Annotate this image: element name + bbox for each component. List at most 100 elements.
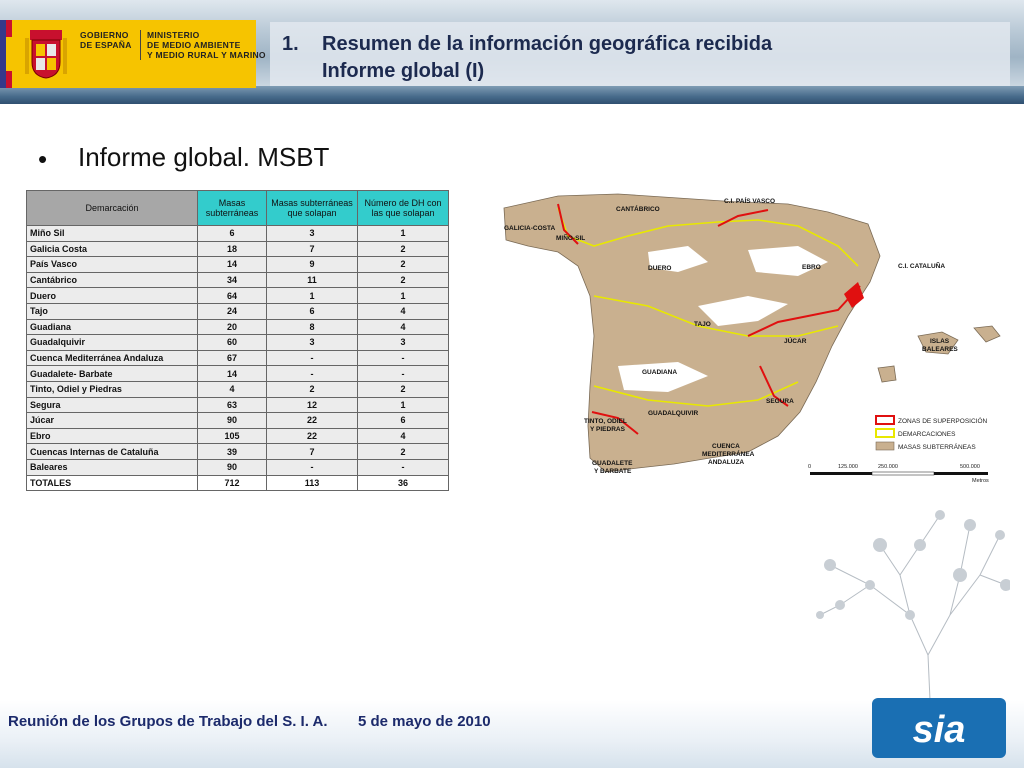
table-row: Tinto, Odiel y Piedras 4 2 2: [26, 380, 449, 398]
totals-row: TOTALES 712 113 36: [26, 474, 449, 492]
row-demarcacion: Galicia Costa: [26, 240, 198, 258]
row-value: 39: [197, 443, 267, 460]
tree-illustration-icon: [816, 510, 1010, 700]
label-guadiana: GUADIANA: [642, 369, 677, 376]
scale-segment-2: [871, 471, 935, 476]
scale-0: 0: [808, 464, 811, 470]
table-row: Cuencas Internas de Cataluña 39 7 2: [26, 443, 449, 460]
row-value: 64: [197, 287, 267, 304]
row-value: 90: [197, 412, 267, 429]
row-value: 7: [266, 443, 358, 460]
row-value: 90: [197, 458, 267, 476]
col-header-masas: Masas subterráneas: [197, 190, 267, 226]
row-value: 14: [197, 256, 267, 273]
label-mino: MIÑO-SIL: [556, 233, 585, 242]
row-demarcacion: Tinto, Odiel y Piedras: [26, 380, 198, 398]
row-demarcacion: Guadiana: [26, 318, 198, 336]
legend-boundary: DEMARCACIONES: [898, 431, 956, 438]
row-value: 3: [266, 225, 358, 242]
title-number: 1.: [282, 33, 299, 55]
table-row: Galicia Costa 18 7 2: [26, 240, 449, 258]
row-value: 2: [357, 443, 449, 460]
row-value: 2: [357, 240, 449, 258]
label-cantabrico: CANTÁBRICO: [616, 204, 660, 213]
label-duero: DUERO: [648, 265, 671, 272]
section-heading: Informe global. MSBT: [78, 142, 330, 172]
row-demarcacion: Júcar: [26, 412, 198, 429]
table-row: Baleares 90- -: [26, 458, 449, 476]
label-jucar: JÚCAR: [784, 336, 807, 345]
row-value: 3: [266, 334, 358, 351]
row-value: 14: [197, 365, 267, 382]
row-value: 11: [266, 271, 358, 289]
legend-swatch-overlap: [875, 415, 895, 425]
row-value: 9: [266, 256, 358, 273]
table-row: Segura 63 12 1: [26, 396, 449, 414]
bullet-icon: •: [38, 144, 48, 174]
scale-500000: 500.000: [960, 464, 980, 470]
row-demarcacion: Cantábrico: [26, 271, 198, 289]
row-value: 67: [197, 349, 267, 367]
row-demarcacion: Duero: [26, 287, 198, 304]
row-value: 2: [266, 380, 358, 398]
row-value: 2: [357, 271, 449, 289]
row-value: 60: [197, 334, 267, 351]
row-value: 6: [197, 225, 267, 242]
row-value: 4: [357, 302, 449, 320]
table-row: Duero 64 1 1: [26, 287, 449, 304]
totals-value: 712: [197, 474, 267, 492]
row-value: 2: [357, 256, 449, 273]
ministerio-label: MINISTERIO DE MEDIO AMBIENTE Y MEDIO RUR…: [140, 30, 266, 60]
row-value: -: [357, 458, 449, 476]
row-value: 8: [266, 318, 358, 336]
totals-value: 113: [266, 474, 358, 492]
row-value: 4: [357, 318, 449, 336]
col-header-solapan: Masas subterráneas que solapan: [266, 190, 358, 226]
label-galicia: GALICIA-COSTA: [504, 225, 555, 232]
page-title-line2: Informe global (I): [322, 60, 485, 82]
label-tajo: TAJO: [694, 321, 711, 328]
row-value: 3: [357, 334, 449, 351]
row-value: 22: [266, 427, 358, 445]
row-value: 4: [197, 380, 267, 398]
row-value: 1: [266, 287, 358, 304]
scale-125000: 125.000: [838, 464, 858, 470]
label-guadalquivir: GUADALQUIVIR: [648, 410, 699, 417]
row-value: 4: [357, 427, 449, 445]
label-guadalete-1: GUADALETE: [592, 460, 633, 467]
row-value: 6: [266, 302, 358, 320]
gobierno-label: GOBIERNO DE ESPAÑA: [80, 30, 132, 50]
table-row: Guadalete- Barbate 14- -: [26, 365, 449, 382]
row-value: -: [357, 349, 449, 367]
row-value: 63: [197, 396, 267, 414]
row-demarcacion: Baleares: [26, 458, 198, 476]
scale-segment-1: [810, 472, 872, 475]
row-demarcacion: Cuenca Mediterránea Andaluza: [26, 349, 198, 367]
table-row: Ebro 105 22 4: [26, 427, 449, 445]
table-row: País Vasco 14 9 2: [26, 256, 449, 273]
page-title-line1: Resumen de la información geográfica rec…: [322, 33, 773, 55]
footer-band: [0, 700, 1024, 768]
table-row: Tajo 24 6 4: [26, 302, 449, 320]
label-cuenca-2: MEDITERRÁNEA: [702, 449, 755, 458]
groundwater-map: C.I. PAÍS VASCO CANTÁBRICO GALICIA-COSTA…: [498, 186, 1006, 486]
row-demarcacion: Guadalquivir: [26, 334, 198, 351]
label-baleares-1: ISLAS: [930, 338, 950, 345]
label-ebro: EBRO: [802, 264, 821, 271]
label-cuenca-3: ANDALUZA: [708, 459, 744, 466]
header-wave: [0, 86, 1024, 104]
footer-date: 5 de mayo de 2010: [358, 713, 491, 730]
footer-meeting: Reunión de los Grupos de Trabajo del S. …: [8, 713, 328, 730]
row-value: 2: [357, 380, 449, 398]
legend-swatch-boundary: [875, 428, 895, 438]
scale-segment-3: [934, 472, 988, 475]
label-tinto-2: Y PIEDRAS: [590, 426, 626, 433]
totals-value: 36: [357, 474, 449, 492]
label-cataluna: C.I. CATALUÑA: [898, 261, 945, 270]
row-value: 24: [197, 302, 267, 320]
row-value: 1: [357, 396, 449, 414]
row-demarcacion: Miño Sil: [26, 225, 198, 242]
row-demarcacion: País Vasco: [26, 256, 198, 273]
row-value: 22: [266, 412, 358, 429]
row-value: 1: [357, 287, 449, 304]
